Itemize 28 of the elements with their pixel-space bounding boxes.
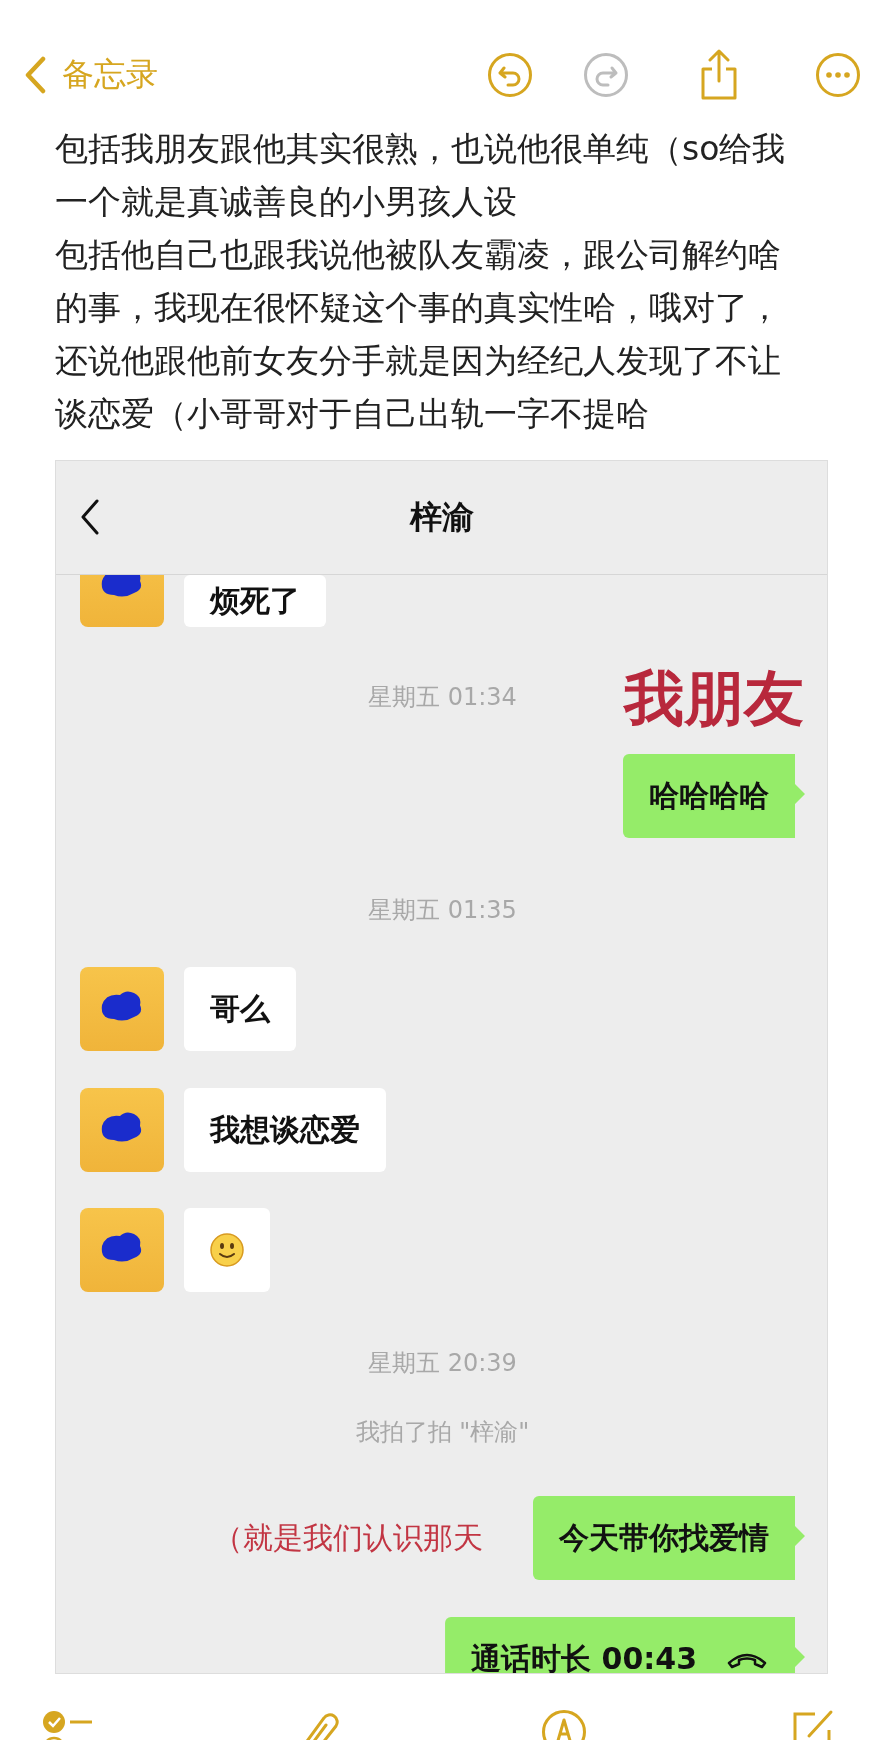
message-bubble: 哈哈哈哈 [623, 754, 805, 838]
annotation-text: 我朋友 [624, 662, 804, 735]
more-icon[interactable] [815, 52, 861, 98]
share-icon[interactable] [699, 49, 739, 101]
timestamp: 星期五 20:39 [368, 1348, 517, 1379]
note-paragraph: 包括我朋友跟他其实很熟，也说他很单纯（so给我一个就是真诚善良的小男孩人设 [55, 128, 787, 223]
back-icon[interactable] [80, 499, 100, 535]
annotation-text: （就是我们认识那天 [213, 1518, 483, 1557]
checklist-icon[interactable] [40, 1708, 94, 1740]
smiley-icon [210, 1233, 244, 1267]
note-paragraph: 包括他自己也跟我说他被队友霸凌，跟公司解约啥的事，我现在很怀疑这个事的真实性哈，哦对了，还说他跟他前女友分手就是因为经纪人发现了不让谈恋爱（小哥哥对于自己出轨一字不提哈 [55, 234, 782, 435]
avatar-icon [80, 1088, 164, 1172]
avatar-icon [80, 575, 164, 627]
chevron-left-icon [24, 56, 46, 94]
system-message: 我拍了拍 "梓渝" [355, 1417, 530, 1448]
message-bubble: 烦死了 [184, 575, 326, 627]
call-duration: 通话时长 00:43 [471, 1639, 697, 1673]
message-bubble: 今天带你找爱情 [533, 1496, 805, 1580]
back-button[interactable]: 备忘录 [24, 53, 158, 97]
timestamp: 星期五 01:35 [368, 895, 517, 926]
message-bubble: 哥么 [184, 967, 296, 1051]
markup-icon[interactable] [541, 1708, 588, 1740]
undo-icon[interactable] [487, 52, 533, 98]
avatar-icon [80, 967, 164, 1051]
message-bubble: 我想谈恋爱 [184, 1088, 386, 1172]
timestamp: 星期五 01:34 [368, 682, 517, 713]
avatar-icon [80, 1208, 164, 1292]
chat-title: 梓渝 [409, 496, 474, 538]
